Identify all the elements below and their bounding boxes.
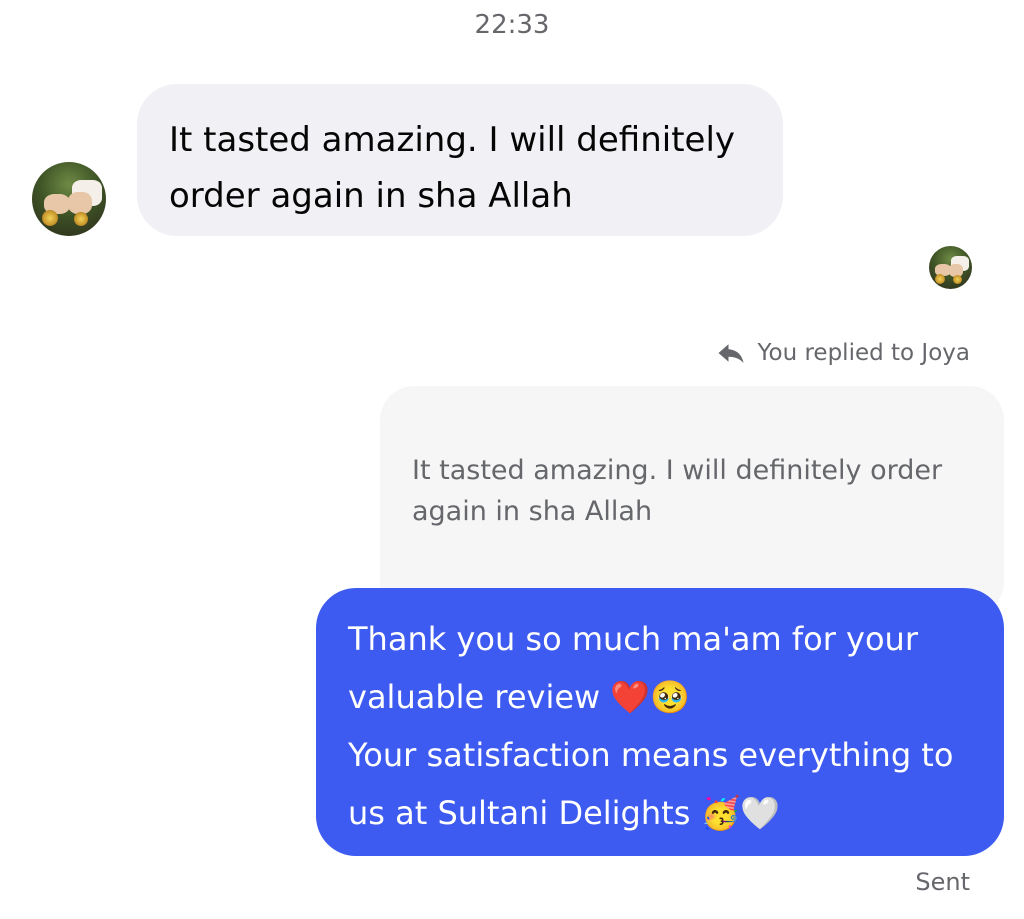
outgoing-message-bubble[interactable]: Thank you so much ma'am for your valuabl…: [316, 588, 1004, 856]
reply-arrow-icon: [716, 338, 746, 368]
avatar-ring-shape: [74, 212, 88, 226]
reply-label-text: You replied to Joya: [757, 340, 970, 366]
read-receipt-avatar: [929, 246, 972, 289]
avatar-ring-shape: [42, 210, 58, 226]
avatar-ring-shape: [935, 274, 945, 284]
message-timestamp: 22:33: [474, 10, 550, 40]
reply-indicator[interactable]: You replied to Joya: [716, 338, 970, 368]
message-status: Sent: [915, 868, 970, 896]
sender-avatar[interactable]: [32, 162, 106, 236]
avatar-ring-shape: [953, 275, 962, 284]
avatar-hand-shape: [68, 192, 92, 214]
quoted-message[interactable]: It tasted amazing. I will definitely ord…: [380, 386, 1004, 616]
incoming-message-bubble[interactable]: It tasted amazing. I will definitely ord…: [137, 84, 783, 236]
